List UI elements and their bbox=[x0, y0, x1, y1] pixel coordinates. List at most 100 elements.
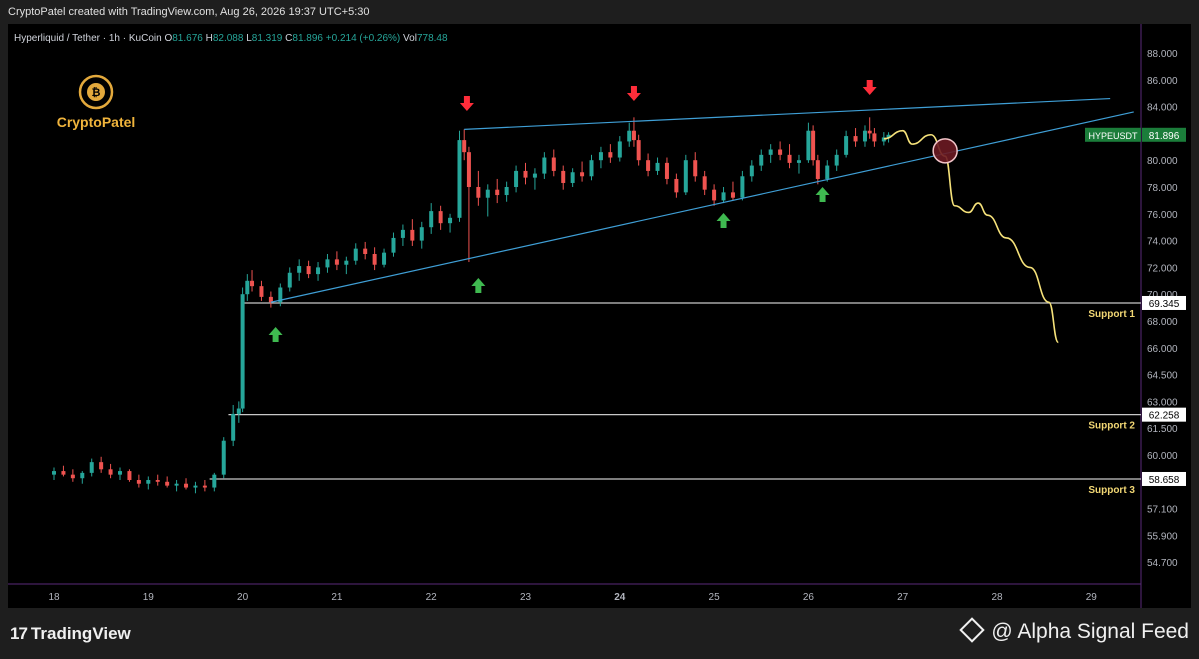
x-tick-label: 18 bbox=[48, 592, 60, 603]
candle-body bbox=[391, 237, 396, 253]
candle-body bbox=[815, 160, 820, 179]
candle-body bbox=[70, 474, 75, 479]
symbol-badge-label: HYPEUSDT bbox=[1088, 131, 1138, 141]
watermark-text: @ Alpha Signal Feed bbox=[991, 620, 1189, 643]
candle-body bbox=[80, 472, 85, 479]
price-chart[interactable]: 88.00086.00084.00082.00080.00078.00076.0… bbox=[8, 24, 1191, 608]
candle-body bbox=[245, 280, 250, 295]
candle-body bbox=[740, 176, 745, 198]
candle-body bbox=[844, 136, 849, 155]
candle-body bbox=[811, 130, 816, 161]
last-price-value: 81.896 bbox=[1149, 131, 1180, 142]
candle-body bbox=[184, 483, 189, 488]
legend-change: +0.214 (+0.26%) bbox=[326, 33, 403, 44]
legend-close-label: C bbox=[285, 33, 292, 44]
candle-body bbox=[240, 294, 245, 409]
candle-body bbox=[598, 152, 603, 161]
y-tick-label: 88.000 bbox=[1147, 49, 1178, 60]
x-tick-label: 26 bbox=[803, 592, 815, 603]
chart-area[interactable]: 88.00086.00084.00082.00080.00078.00076.0… bbox=[8, 24, 1191, 608]
y-tick-label: 63.000 bbox=[1147, 397, 1178, 408]
candle-body bbox=[99, 462, 104, 470]
symbol-legend: Hyperliquid / Tether · 1h · KuCoin O81.6… bbox=[14, 33, 448, 44]
y-tick-label: 61.500 bbox=[1147, 424, 1178, 435]
tradingview-logo[interactable]: 17 TradingView bbox=[10, 624, 131, 644]
candle-body bbox=[551, 157, 556, 171]
candle-body bbox=[617, 141, 622, 158]
x-tick-label: 24 bbox=[614, 592, 626, 603]
candle-body bbox=[146, 480, 151, 484]
candle-body bbox=[867, 130, 872, 134]
candle-body bbox=[570, 172, 575, 183]
legend-close-value: 81.896 bbox=[292, 33, 325, 44]
candle-body bbox=[683, 160, 688, 193]
candle-body bbox=[631, 130, 636, 141]
candle-body bbox=[721, 192, 726, 201]
candle-body bbox=[608, 152, 613, 158]
support-price-value: 58.658 bbox=[1149, 475, 1180, 486]
candle-body bbox=[61, 471, 66, 475]
candle-body bbox=[806, 130, 811, 161]
candle-body bbox=[834, 154, 839, 166]
candle-body bbox=[825, 165, 830, 179]
x-tick-label: 23 bbox=[520, 592, 532, 603]
candle-body bbox=[853, 136, 858, 142]
x-tick-label: 21 bbox=[331, 592, 343, 603]
candle-body bbox=[155, 480, 160, 482]
legend-high-value: 82.088 bbox=[213, 33, 246, 44]
tradingview-logo-text: TradingView bbox=[30, 624, 131, 643]
candle-body bbox=[796, 160, 801, 163]
candle-body bbox=[485, 189, 490, 198]
candle-body bbox=[862, 130, 867, 142]
candle-body bbox=[712, 189, 717, 201]
candle-body bbox=[287, 272, 292, 288]
candle-body bbox=[231, 413, 236, 441]
candle-body bbox=[306, 266, 311, 275]
candle-body bbox=[542, 157, 547, 174]
candle-body bbox=[108, 469, 113, 475]
candle-body bbox=[504, 187, 509, 196]
brand-name: CryptoPatel bbox=[57, 114, 136, 130]
candle-body bbox=[382, 252, 387, 265]
support-price-value: 62.258 bbox=[1149, 411, 1180, 422]
y-tick-label: 80.000 bbox=[1147, 156, 1178, 167]
logo-glyph: ₿ bbox=[92, 87, 101, 99]
candle-body bbox=[52, 471, 56, 475]
x-tick-label: 22 bbox=[426, 592, 438, 603]
candle-body bbox=[325, 259, 330, 268]
candle-body bbox=[193, 485, 198, 488]
candle-body bbox=[363, 248, 368, 254]
candle-body bbox=[495, 189, 500, 196]
legend-volume-value: 778.48 bbox=[417, 33, 448, 44]
candle-body bbox=[410, 229, 415, 241]
candle-body bbox=[646, 160, 651, 171]
legend-symbol: Hyperliquid / Tether · 1h · KuCoin bbox=[14, 33, 164, 44]
x-tick-label: 19 bbox=[143, 592, 155, 603]
x-tick-label: 27 bbox=[897, 592, 909, 603]
chart-credit: CryptoPatel created with TradingView.com… bbox=[0, 0, 1199, 24]
y-tick-label: 78.000 bbox=[1147, 183, 1178, 194]
candle-body bbox=[174, 483, 179, 486]
candle-body bbox=[693, 160, 698, 177]
y-tick-label: 57.100 bbox=[1147, 505, 1178, 516]
candle-body bbox=[438, 211, 443, 224]
candle-body bbox=[259, 286, 264, 297]
support-label: Support 2 bbox=[1088, 421, 1135, 432]
candle-body bbox=[787, 154, 792, 163]
candle-body bbox=[353, 248, 358, 261]
candle-body bbox=[136, 480, 141, 484]
candle-body bbox=[580, 172, 585, 177]
y-tick-label: 74.000 bbox=[1147, 237, 1178, 248]
y-tick-label: 54.700 bbox=[1147, 558, 1178, 569]
footer-bar: 17 TradingView @ Alpha Signal Feed bbox=[0, 608, 1199, 659]
legend-high-label: H bbox=[206, 33, 213, 44]
candle-body bbox=[250, 280, 255, 287]
legend-open-value: 81.676 bbox=[172, 33, 205, 44]
candle-body bbox=[664, 162, 669, 179]
y-tick-label: 68.000 bbox=[1147, 317, 1178, 328]
candle-body bbox=[749, 165, 754, 177]
candle-body bbox=[127, 471, 132, 481]
candle-body bbox=[532, 173, 537, 178]
y-tick-label: 86.000 bbox=[1147, 76, 1178, 87]
x-tick-label: 25 bbox=[709, 592, 721, 603]
